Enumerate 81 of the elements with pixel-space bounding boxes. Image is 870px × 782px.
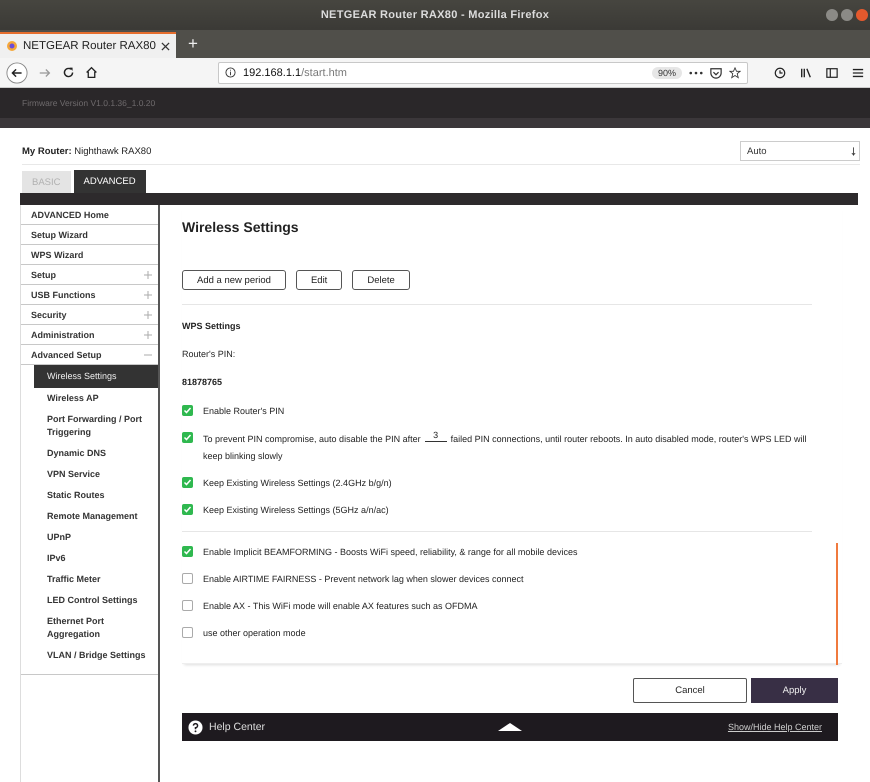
- checkbox[interactable]: [182, 432, 193, 443]
- expand-icon[interactable]: [498, 723, 522, 731]
- sidebar-subitem[interactable]: LED Control Settings: [34, 590, 158, 611]
- apply-button[interactable]: Apply: [751, 678, 838, 703]
- option-label: Enable AX - This WiFi mode will enable AX features such as OFDMA: [203, 600, 478, 613]
- checkbox[interactable]: [182, 546, 193, 557]
- firmware-version: Firmware Version V1.0.1.36_1.0.20: [22, 98, 156, 108]
- sidebar-item[interactable]: Administration: [21, 325, 158, 345]
- pin-value: 81878765: [182, 377, 224, 387]
- caret-icon: [851, 146, 856, 156]
- more-icon[interactable]: [689, 70, 703, 74]
- checkbox[interactable]: [182, 405, 193, 416]
- sidebar-item[interactable]: Security: [21, 305, 158, 325]
- sidebar-subitem[interactable]: UPnP: [34, 527, 158, 548]
- checkbox[interactable]: [182, 477, 193, 488]
- sidebar-subitem[interactable]: Wireless AP: [34, 388, 158, 409]
- checkbox[interactable]: [182, 504, 193, 515]
- option-label: Keep Existing Wireless Settings (5GHz a/n/ac): [203, 504, 389, 517]
- plus-icon: [144, 270, 152, 278]
- action-button[interactable]: Add a new period: [182, 270, 286, 290]
- info-icon: [225, 67, 236, 78]
- scrollbar-thumb[interactable]: [836, 543, 838, 665]
- sidebar-icon[interactable]: [826, 66, 838, 78]
- sidebar-subitem[interactable]: Ethernet Port Aggregation: [34, 611, 158, 645]
- help-icon: [188, 720, 203, 734]
- action-button[interactable]: Edit: [296, 270, 342, 290]
- option-label: use other operation mode: [203, 627, 306, 640]
- reload-icon[interactable]: [62, 66, 75, 79]
- back-icon[interactable]: [6, 62, 28, 84]
- library-icon[interactable]: [800, 66, 812, 78]
- sidebar-subitem[interactable]: VPN Service: [34, 464, 158, 485]
- sidebar-subitem[interactable]: Traffic Meter: [34, 569, 158, 590]
- option-label: Enable AIRTIME FAIRNESS - Prevent network lag when slower devices connect: [203, 573, 524, 586]
- home-icon[interactable]: [85, 66, 98, 79]
- plus-icon: [144, 290, 152, 298]
- sidebar-item[interactable]: Setup Wizard: [21, 225, 158, 245]
- pocket-icon[interactable]: [710, 66, 722, 78]
- option-label: Keep Existing Wireless Settings (2.4GHz b/g/n): [203, 477, 392, 490]
- language-select[interactable]: Auto: [740, 141, 860, 161]
- page-title: Wireless Settings: [182, 219, 300, 235]
- maximize-icon[interactable]: [841, 9, 853, 21]
- pin-label: Router's PIN:: [182, 349, 236, 359]
- plus-icon: [144, 310, 152, 318]
- action-button[interactable]: Delete: [352, 270, 410, 290]
- sidebar-subitem[interactable]: Wireless Settings: [34, 365, 158, 388]
- option-label: Enable Implicit BEAMFORMING - Boosts WiFi speed, reliability, & range for all mobile devices: [203, 546, 578, 559]
- cancel-button[interactable]: Cancel: [633, 678, 747, 703]
- sidebar-item[interactable]: Setup: [21, 265, 158, 285]
- section-heading: WPS Settings: [182, 321, 242, 331]
- browser-tab[interactable]: NETGEAR Router RAX80: [0, 32, 176, 58]
- help-toggle-link[interactable]: Show/Hide Help Center: [728, 722, 822, 732]
- nav-tab[interactable]: ADVANCED: [74, 170, 146, 193]
- new-tab-button[interactable]: +: [188, 34, 198, 54]
- globe-icon: [6, 40, 18, 52]
- history-icon[interactable]: [774, 66, 786, 78]
- sidebar-subitem[interactable]: Port Forwarding / Port Triggering: [34, 409, 158, 443]
- router-name: My Router: Nighthawk RAX80: [22, 146, 152, 156]
- url-text: 192.168.1.1/start.htm: [243, 66, 347, 78]
- sidebar-subitem[interactable]: Static Routes: [34, 485, 158, 506]
- plus-icon: [144, 330, 152, 338]
- checkbox[interactable]: [182, 627, 193, 638]
- address-bar[interactable]: 192.168.1.1/start.htm 90%: [218, 62, 748, 84]
- sidebar-subitem[interactable]: VLAN / Bridge Settings: [34, 645, 158, 666]
- zoom-badge[interactable]: 90%: [652, 66, 682, 78]
- star-icon[interactable]: [729, 66, 741, 78]
- sidebar-item[interactable]: WPS Wizard: [21, 245, 158, 265]
- sidebar-subitem[interactable]: Dynamic DNS: [34, 443, 158, 464]
- menu-icon[interactable]: [852, 66, 864, 78]
- sidebar-subitem[interactable]: IPv6: [34, 548, 158, 569]
- option-label: Enable Router's PIN: [203, 405, 284, 418]
- sidebar-item[interactable]: USB Functions: [21, 285, 158, 305]
- checkbox[interactable]: [182, 600, 193, 611]
- help-title: Help Center: [209, 721, 266, 733]
- sidebar-item[interactable]: ADVANCED Home: [21, 205, 158, 225]
- option-label: To prevent PIN compromise, auto disable the PIN after 3 failed PIN connections, until router reboots. In auto disabled mode, router's WPS LED will keep blinking slowly: [203, 430, 808, 463]
- sidebar-subitem[interactable]: Remote Management: [34, 506, 158, 527]
- input-field[interactable]: 3: [424, 430, 447, 442]
- checkbox[interactable]: [182, 573, 193, 584]
- close-icon[interactable]: [161, 42, 170, 50]
- window-title: NETGEAR Router RAX80 - Mozilla Firefox: [320, 9, 550, 21]
- minimize-icon[interactable]: [826, 9, 838, 21]
